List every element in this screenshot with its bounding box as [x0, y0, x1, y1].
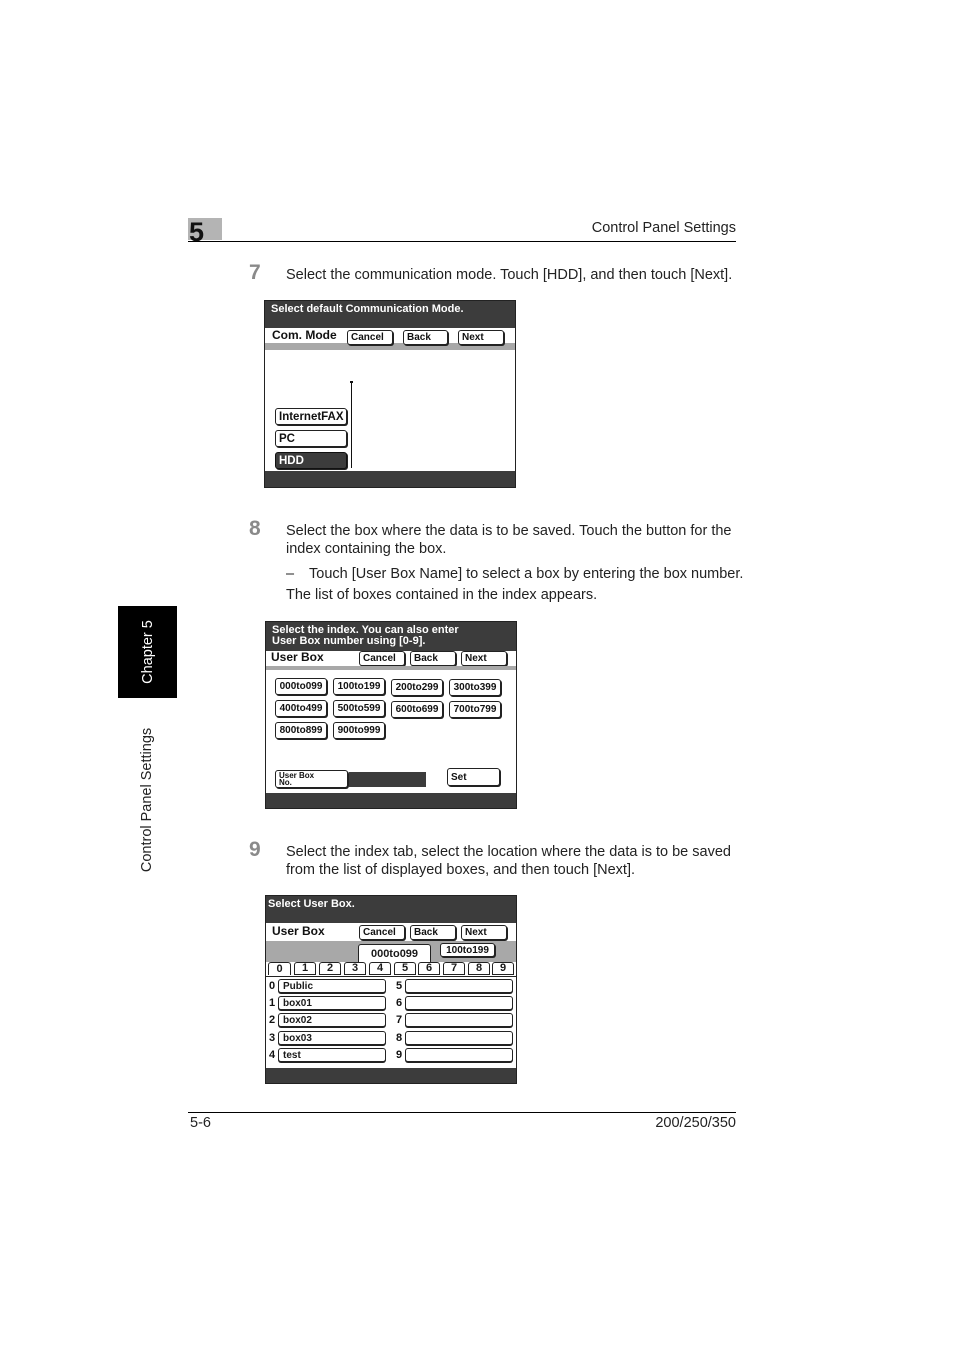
chapter-number: 5: [189, 217, 205, 247]
box-index: 4: [269, 1049, 276, 1061]
box-index: 0: [269, 980, 276, 992]
set-button[interactable]: Set: [447, 768, 500, 786]
screen-label: User Box: [271, 650, 324, 664]
mode-hdd-button[interactable]: HDD: [275, 452, 347, 469]
box-index: 9: [396, 1049, 403, 1061]
next-button[interactable]: Next: [461, 651, 507, 666]
step-note: The list of boxes contained in the index…: [286, 587, 598, 603]
digit-tab[interactable]: 3: [344, 962, 366, 975]
box-slot[interactable]: box02: [278, 1013, 386, 1027]
index-button[interactable]: 000to099: [275, 678, 327, 695]
bottom-band: [266, 793, 516, 808]
sub-bullet-text: Touch [User Box Name] to select a box by…: [309, 566, 744, 582]
chapter-label: Chapter 5: [139, 620, 156, 684]
digit-tab[interactable]: 7: [443, 962, 465, 975]
step-text: Select the box where the data is to be s…: [286, 523, 732, 557]
step-number: 9: [249, 838, 261, 861]
box-index: 8: [396, 1032, 403, 1044]
box-index: 3: [269, 1032, 276, 1044]
box-index: 6: [396, 997, 403, 1009]
back-button[interactable]: Back: [410, 925, 456, 940]
index-button[interactable]: 400to499: [275, 700, 327, 717]
mode-pc-button[interactable]: PC: [275, 430, 347, 447]
header-rule: [188, 241, 736, 242]
box-slot[interactable]: [405, 1013, 513, 1027]
select-user-box-screen: Select User Box. User Box Cancel Back Ne…: [265, 895, 517, 1084]
index-button[interactable]: 300to399: [449, 679, 501, 696]
back-button[interactable]: Back: [410, 651, 456, 666]
screen-title: Select default Communication Mode.: [265, 301, 515, 328]
index-button[interactable]: 600to699: [391, 701, 443, 718]
index-button[interactable]: 200to299: [391, 679, 443, 696]
index-button[interactable]: 700to799: [449, 701, 501, 718]
divider-line: [351, 382, 352, 468]
user-box-no-input[interactable]: [349, 772, 426, 787]
step-number: 7: [249, 261, 261, 284]
section-side-label: Control Panel Settings: [118, 712, 177, 887]
screen-label: User Box: [272, 924, 325, 938]
index-button[interactable]: 900to999: [333, 722, 385, 739]
box-slot[interactable]: [405, 996, 513, 1010]
digit-tab-strip: 0 1 2 3 4 5 6 7 8 9: [266, 962, 516, 977]
box-slot[interactable]: [405, 1048, 513, 1062]
cancel-button[interactable]: Cancel: [359, 925, 405, 940]
com-mode-screen: Select default Communication Mode. Com. …: [264, 300, 516, 488]
box-slot[interactable]: [405, 979, 513, 993]
divider-cap: [350, 381, 353, 383]
index-button[interactable]: 500to599: [333, 700, 385, 717]
footer-rule: [188, 1112, 736, 1113]
digit-tab[interactable]: 5: [394, 962, 416, 975]
section-label: Control Panel Settings: [139, 727, 156, 872]
step-text: Select the index tab, select the locatio…: [286, 844, 731, 878]
box-slot[interactable]: Public: [278, 979, 386, 993]
digit-tab[interactable]: 4: [369, 962, 391, 975]
box-index: 1: [269, 997, 276, 1009]
digit-tab[interactable]: 8: [468, 962, 490, 975]
digit-tab[interactable]: 9: [492, 962, 514, 975]
screen-title: Select the index. You can also enter Use…: [266, 622, 516, 651]
chapter-side-tab-label: Chapter 5: [118, 606, 177, 698]
user-box-no-button[interactable]: User Box No.: [275, 770, 348, 788]
user-box-no-label: No.: [279, 778, 292, 787]
box-index: 7: [396, 1014, 403, 1026]
screen-label: Com. Mode: [272, 328, 337, 342]
index-button[interactable]: 800to899: [275, 722, 327, 739]
box-slot[interactable]: box03: [278, 1031, 386, 1045]
mode-internetfax-button[interactable]: InternetFAX: [275, 408, 347, 425]
next-button[interactable]: Next: [458, 330, 504, 345]
bullet-mark: –: [286, 566, 295, 582]
gray-band: [266, 666, 516, 670]
box-slot[interactable]: box01: [278, 996, 386, 1010]
next-button[interactable]: Next: [461, 925, 507, 940]
screen-title: Select User Box.: [266, 896, 516, 923]
box-index: 5: [396, 980, 403, 992]
user-box-index-screen: Select the index. You can also enter Use…: [265, 621, 517, 809]
model-numbers: 200/250/350: [655, 1115, 736, 1131]
back-button[interactable]: Back: [403, 330, 448, 345]
digit-tab[interactable]: 2: [319, 962, 341, 975]
box-slot[interactable]: [405, 1031, 513, 1045]
step-text: Select the communication mode. Touch [HD…: [286, 267, 733, 283]
running-header-title: Control Panel Settings: [591, 220, 736, 236]
bottom-band: [266, 1068, 516, 1083]
screen-title-line2: User Box number using [0-9].: [272, 635, 426, 647]
page-number: 5-6: [190, 1115, 211, 1131]
index-button[interactable]: 100to199: [333, 678, 385, 695]
step-number: 8: [249, 517, 261, 540]
box-index: 2: [269, 1014, 276, 1026]
range-tab[interactable]: 100to199: [440, 943, 495, 957]
digit-tab-active[interactable]: 0: [268, 962, 291, 975]
digit-tab[interactable]: 1: [294, 962, 316, 975]
range-tab-active[interactable]: 000to099: [358, 944, 431, 962]
cancel-button[interactable]: Cancel: [359, 651, 405, 666]
digit-tab[interactable]: 6: [418, 962, 440, 975]
bottom-band: [265, 471, 515, 487]
box-slot[interactable]: test: [278, 1048, 386, 1062]
cancel-button[interactable]: Cancel: [347, 330, 393, 345]
